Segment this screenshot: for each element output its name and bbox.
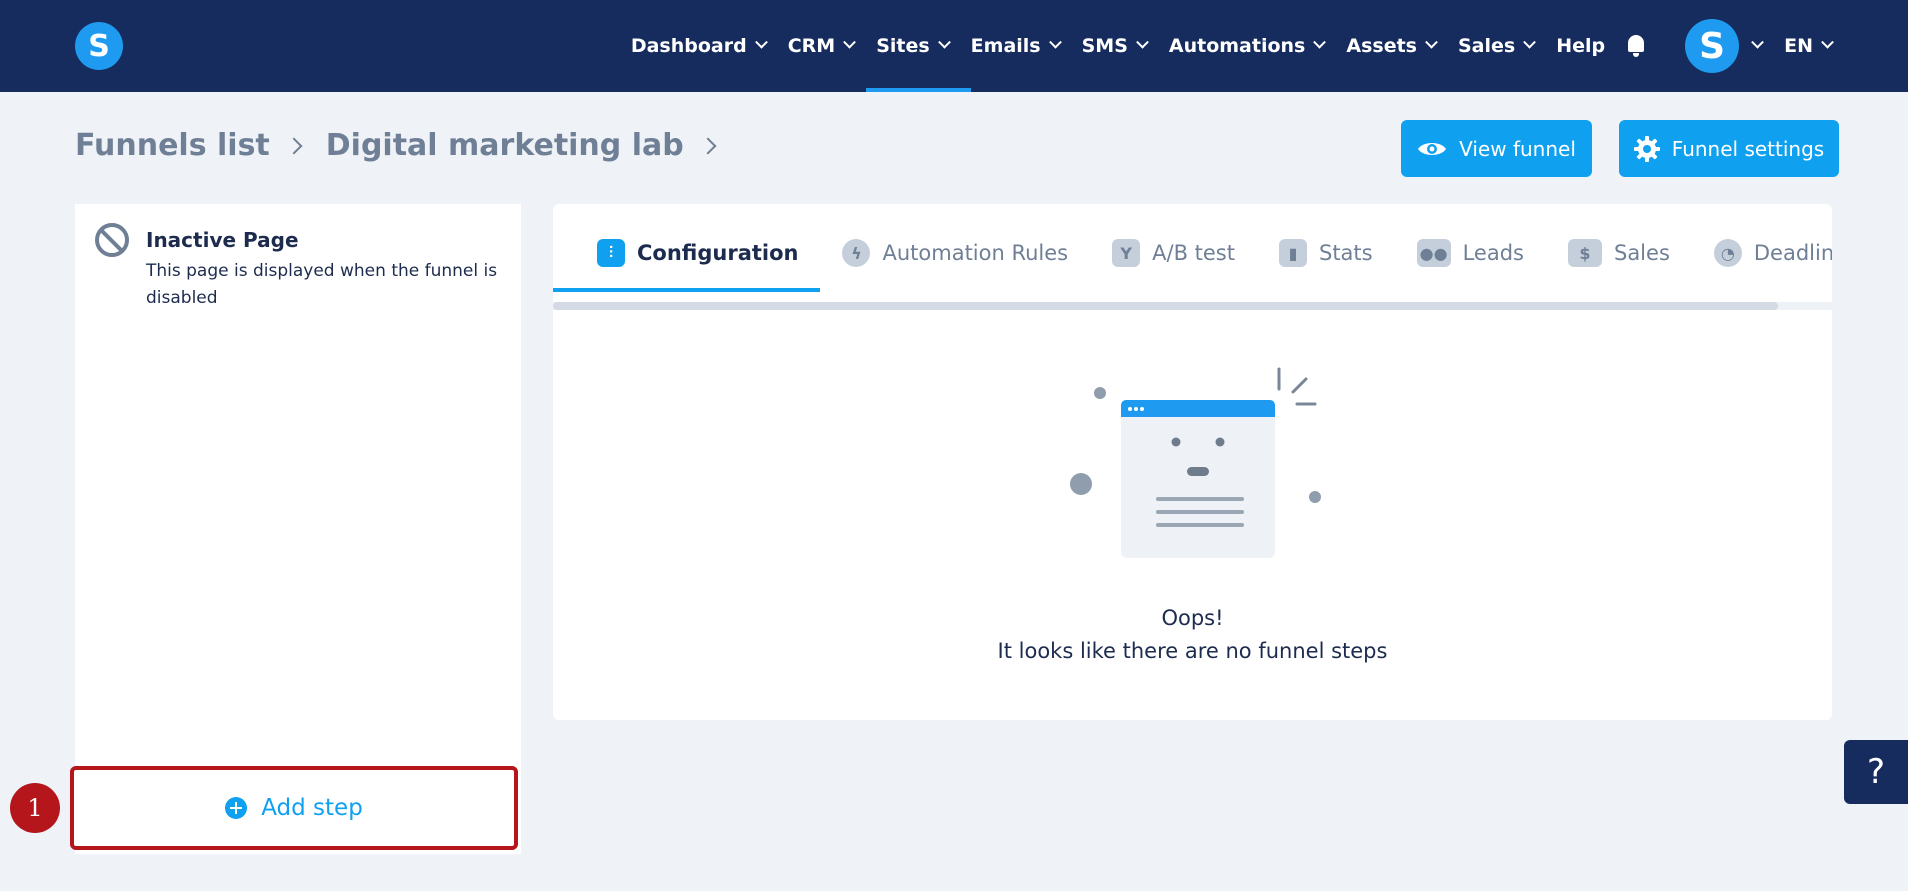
tab-stats[interactable]: ▮ Stats xyxy=(1278,204,1373,302)
funnel-settings-button[interactable]: Funnel settings xyxy=(1619,120,1839,177)
chevron-down-icon xyxy=(937,35,951,49)
empty-state-message: It looks like there are no funnel steps xyxy=(997,639,1388,663)
nav-crm[interactable]: CRM xyxy=(787,0,857,92)
nav-label: Emails xyxy=(970,35,1041,57)
nav-label: SMS xyxy=(1081,35,1128,57)
view-funnel-button[interactable]: View funnel xyxy=(1401,120,1592,177)
bell-icon[interactable] xyxy=(1625,34,1647,58)
funnel-content-panel: ⫶ Configuration ϟ Automation Rules Y A/B… xyxy=(553,204,1832,720)
plus-circle-icon xyxy=(225,797,248,819)
tab-bar: ⫶ Configuration ϟ Automation Rules Y A/B… xyxy=(553,204,1832,302)
tab-label: A/B test xyxy=(1152,241,1235,265)
block-icon xyxy=(95,223,129,257)
tab-automation-rules[interactable]: ϟ Automation Rules xyxy=(842,204,1068,302)
chevron-right-icon xyxy=(699,137,717,154)
chevron-down-icon[interactable] xyxy=(1751,35,1764,49)
sliders-icon: ⫶ xyxy=(597,239,625,267)
tab-label: Automation Rules xyxy=(882,241,1069,265)
language-label: EN xyxy=(1784,35,1813,57)
nav-assets[interactable]: Assets xyxy=(1346,0,1438,92)
nav-label: Assets xyxy=(1346,35,1417,57)
add-step-label: Add step xyxy=(261,795,363,821)
gear-icon xyxy=(1633,135,1660,162)
bar-chart-icon: ▮ xyxy=(1278,239,1307,267)
nav-help[interactable]: Help xyxy=(1556,0,1605,92)
help-button[interactable]: ? xyxy=(1844,740,1908,804)
nav-label: CRM xyxy=(787,35,836,57)
nav-label: Help xyxy=(1556,35,1606,57)
tab-label: Stats xyxy=(1318,241,1373,265)
tab-label: Deadline setti xyxy=(1753,241,1832,265)
nav-label: Sales xyxy=(1457,35,1516,57)
empty-state-illustration xyxy=(1070,367,1321,558)
breadcrumb-current: Digital marketing lab xyxy=(325,128,684,163)
tabs-scrollbar-thumb[interactable] xyxy=(553,302,1778,310)
chevron-down-icon xyxy=(1523,35,1537,49)
chevron-down-icon xyxy=(1821,35,1834,49)
eye-icon xyxy=(1418,142,1447,155)
nav-dashboard[interactable]: Dashboard xyxy=(630,0,768,92)
chevron-right-icon xyxy=(285,137,303,154)
chevron-down-icon xyxy=(843,35,857,49)
tab-sales[interactable]: $ Sales xyxy=(1567,204,1670,302)
tab-label: Sales xyxy=(1613,241,1670,265)
nav-sales[interactable]: Sales xyxy=(1457,0,1537,92)
nav-automations[interactable]: Automations xyxy=(1168,0,1327,92)
tab-deadline-settings[interactable]: ◔ Deadline setti xyxy=(1713,204,1832,302)
view-funnel-label: View funnel xyxy=(1459,136,1576,161)
tab-label: Leads xyxy=(1462,241,1524,265)
nav-emails[interactable]: Emails xyxy=(970,0,1062,92)
inactive-page-title[interactable]: Inactive Page xyxy=(146,228,299,252)
nav-sms[interactable]: SMS xyxy=(1081,0,1149,92)
lightning-icon: ϟ xyxy=(842,239,871,267)
language-selector[interactable]: EN xyxy=(1784,0,1834,92)
top-navbar: S Dashboard CRM Sites Emails SMS Automat… xyxy=(0,0,1908,92)
avatar[interactable]: S xyxy=(1685,19,1740,73)
app-logo[interactable]: S xyxy=(75,22,123,70)
breadcrumb-funnels-list[interactable]: Funnels list xyxy=(75,128,270,163)
tab-label: Configuration xyxy=(637,241,799,265)
people-icon: ●● xyxy=(1416,239,1451,267)
tab-ab-test[interactable]: Y A/B test xyxy=(1112,204,1235,302)
tab-leads[interactable]: ●● Leads xyxy=(1416,204,1524,302)
funnel-settings-label: Funnel settings xyxy=(1671,136,1825,161)
nav-sites[interactable]: Sites xyxy=(866,0,972,92)
step-marker-badge: 1 xyxy=(10,783,60,833)
tabs-scrollbar[interactable] xyxy=(553,302,1832,310)
nav-label: Automations xyxy=(1168,35,1306,57)
empty-state-title: Oops! xyxy=(1161,606,1224,630)
breadcrumb: Funnels list Digital marketing lab xyxy=(75,128,740,163)
tab-configuration[interactable]: ⫶ Configuration xyxy=(553,204,822,302)
main-nav: Dashboard CRM Sites Emails SMS Automatio… xyxy=(609,0,1908,92)
add-step-button[interactable]: Add step xyxy=(70,766,518,850)
split-icon: Y xyxy=(1112,239,1141,267)
clock-icon: ◔ xyxy=(1713,239,1742,267)
chevron-down-icon xyxy=(1136,35,1149,49)
nav-label: Sites xyxy=(876,35,930,57)
funnel-steps-panel: Inactive Page This page is displayed whe… xyxy=(75,204,521,854)
chevron-down-icon xyxy=(1048,35,1062,49)
chevron-down-icon xyxy=(1425,35,1438,49)
dollar-icon: $ xyxy=(1567,239,1602,267)
inactive-page-description: This page is displayed when the funnel i… xyxy=(146,261,498,308)
nav-label: Dashboard xyxy=(630,35,747,57)
chevron-down-icon xyxy=(754,35,768,49)
chevron-down-icon xyxy=(1313,35,1327,49)
